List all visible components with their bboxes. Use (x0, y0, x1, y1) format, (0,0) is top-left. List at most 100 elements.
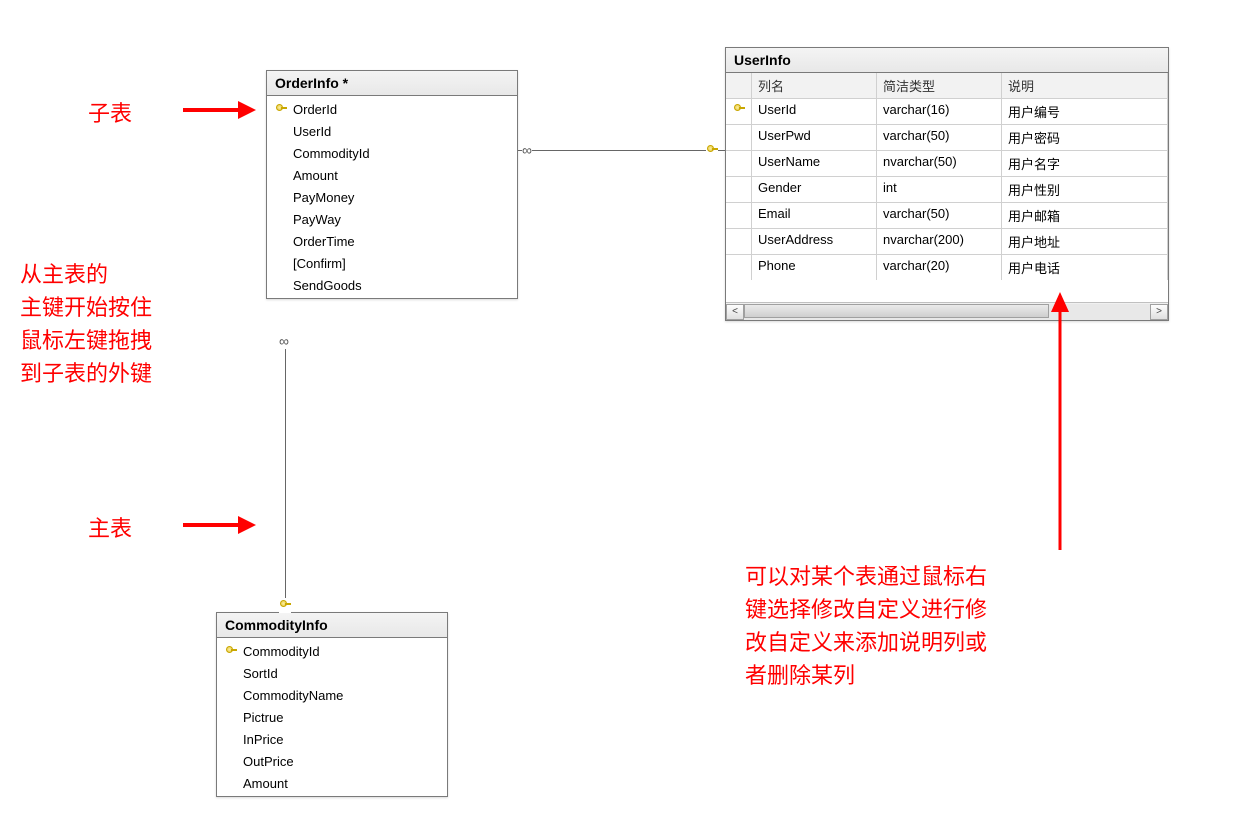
field-row[interactable]: OrderId (267, 98, 517, 120)
primary-key-icon (726, 229, 752, 254)
cell-column-name: Phone (752, 255, 877, 280)
relationship-endpoint-key-icon (279, 598, 291, 613)
table-header-row: 列名 简洁类型 说明 (726, 73, 1168, 99)
field-row[interactable]: CommodityId (217, 640, 447, 662)
field-row[interactable]: PayWay (267, 208, 517, 230)
annotation-right-click-hint: 可以对某个表通过鼠标右 键选择修改自定义进行修 改自定义来添加说明列或 者删除某… (745, 560, 987, 692)
cell-data-type: nvarchar(50) (877, 151, 1002, 176)
cell-data-type: varchar(16) (877, 99, 1002, 124)
primary-key-icon (726, 125, 752, 150)
table-commodityinfo[interactable]: CommodityInfo CommodityIdSortIdCommodity… (216, 612, 448, 797)
primary-key-icon (726, 255, 752, 280)
field-row[interactable]: [Confirm] (267, 252, 517, 274)
blank-row (726, 280, 1168, 302)
header-key-col (726, 73, 752, 98)
primary-key-icon (271, 102, 291, 117)
arrow-icon (178, 95, 258, 125)
cell-description: 用户性别 (1002, 177, 1168, 202)
relationship-line-order-user[interactable] (518, 150, 725, 151)
scroll-right-button[interactable]: > (1150, 304, 1168, 320)
field-row[interactable]: OutPrice (217, 750, 447, 772)
field-row[interactable]: Amount (267, 164, 517, 186)
relationship-endpoint-infinity-icon: ∞ (522, 142, 532, 158)
field-name: CommodityId (241, 644, 441, 659)
field-name: UserId (291, 124, 511, 139)
primary-key-icon (726, 151, 752, 176)
table-row[interactable]: UserNamenvarchar(50)用户名字 (726, 151, 1168, 177)
field-row[interactable]: PayMoney (267, 186, 517, 208)
arrow-icon (1040, 290, 1080, 560)
field-name: SendGoods (291, 278, 511, 293)
field-name: PayMoney (291, 190, 511, 205)
relationship-line-order-commodity[interactable] (285, 333, 286, 612)
annotation-drag-hint: 从主表的 主键开始按住 鼠标左键拖拽 到子表的外键 (20, 258, 152, 390)
table-title[interactable]: OrderInfo * (267, 71, 517, 96)
field-name: OutPrice (241, 754, 441, 769)
table-body: UserIdvarchar(16)用户编号UserPwdvarchar(50)用… (726, 99, 1168, 280)
cell-data-type: varchar(50) (877, 125, 1002, 150)
table-userinfo[interactable]: UserInfo 列名 简洁类型 说明 UserIdvarchar(16)用户编… (725, 47, 1169, 321)
cell-description: 用户邮箱 (1002, 203, 1168, 228)
table-row[interactable]: Phonevarchar(20)用户电话 (726, 255, 1168, 280)
field-name: CommodityName (241, 688, 441, 703)
table-title[interactable]: UserInfo (726, 48, 1168, 73)
field-row[interactable]: InPrice (217, 728, 447, 750)
field-row[interactable]: OrderTime (267, 230, 517, 252)
table-orderinfo[interactable]: OrderInfo * OrderId UserId CommodityId Amou… (266, 70, 518, 299)
field-name: SortId (241, 666, 441, 681)
table-row[interactable]: UserAddressnvarchar(200)用户地址 (726, 229, 1168, 255)
annotation-main-table: 主表 (88, 512, 132, 545)
cell-description: 用户名字 (1002, 151, 1168, 176)
field-name: OrderTime (291, 234, 511, 249)
cell-data-type: nvarchar(200) (877, 229, 1002, 254)
scroll-thumb[interactable] (744, 304, 1049, 318)
scroll-track[interactable] (744, 304, 1150, 320)
table-row[interactable]: UserPwdvarchar(50)用户密码 (726, 125, 1168, 151)
field-row[interactable]: CommodityId (267, 142, 517, 164)
relationship-endpoint-key-icon (706, 143, 718, 158)
annotation-child-table: 子表 (88, 97, 132, 130)
cell-data-type: varchar(50) (877, 203, 1002, 228)
field-name: PayWay (291, 212, 511, 227)
header-col-name[interactable]: 列名 (752, 73, 877, 98)
header-col-desc[interactable]: 说明 (1002, 73, 1168, 98)
field-list: CommodityId SortId CommodityName Pictrue InP… (217, 638, 447, 796)
field-row[interactable]: SortId (217, 662, 447, 684)
relationship-endpoint-infinity-icon: ∞ (279, 333, 289, 349)
field-name: Amount (241, 776, 441, 791)
header-col-type[interactable]: 简洁类型 (877, 73, 1002, 98)
field-name: InPrice (241, 732, 441, 747)
primary-key-icon (221, 644, 241, 659)
field-row[interactable]: UserId (267, 120, 517, 142)
field-list: OrderId UserId CommodityId Amount PayMoney Pa… (267, 96, 517, 298)
cell-description: 用户地址 (1002, 229, 1168, 254)
field-name: Pictrue (241, 710, 441, 725)
field-row[interactable]: CommodityName (217, 684, 447, 706)
field-row[interactable]: Pictrue (217, 706, 447, 728)
cell-description: 用户编号 (1002, 99, 1168, 124)
field-name: CommodityId (291, 146, 511, 161)
primary-key-icon (726, 177, 752, 202)
table-row[interactable]: Genderint用户性别 (726, 177, 1168, 203)
cell-column-name: UserPwd (752, 125, 877, 150)
primary-key-icon (726, 99, 752, 124)
cell-column-name: Gender (752, 177, 877, 202)
horizontal-scrollbar[interactable]: < > (726, 302, 1168, 320)
arrow-icon (178, 510, 258, 540)
field-name: Amount (291, 168, 511, 183)
cell-description: 用户密码 (1002, 125, 1168, 150)
field-name: [Confirm] (291, 256, 511, 271)
field-row[interactable]: Amount (217, 772, 447, 794)
field-name: OrderId (291, 102, 511, 117)
table-row[interactable]: Emailvarchar(50)用户邮箱 (726, 203, 1168, 229)
field-row[interactable]: SendGoods (267, 274, 517, 296)
primary-key-icon (726, 203, 752, 228)
table-title[interactable]: CommodityInfo (217, 613, 447, 638)
cell-data-type: int (877, 177, 1002, 202)
scroll-left-button[interactable]: < (726, 304, 744, 320)
cell-description: 用户电话 (1002, 255, 1168, 280)
cell-column-name: UserName (752, 151, 877, 176)
cell-data-type: varchar(20) (877, 255, 1002, 280)
cell-column-name: UserId (752, 99, 877, 124)
table-row[interactable]: UserIdvarchar(16)用户编号 (726, 99, 1168, 125)
